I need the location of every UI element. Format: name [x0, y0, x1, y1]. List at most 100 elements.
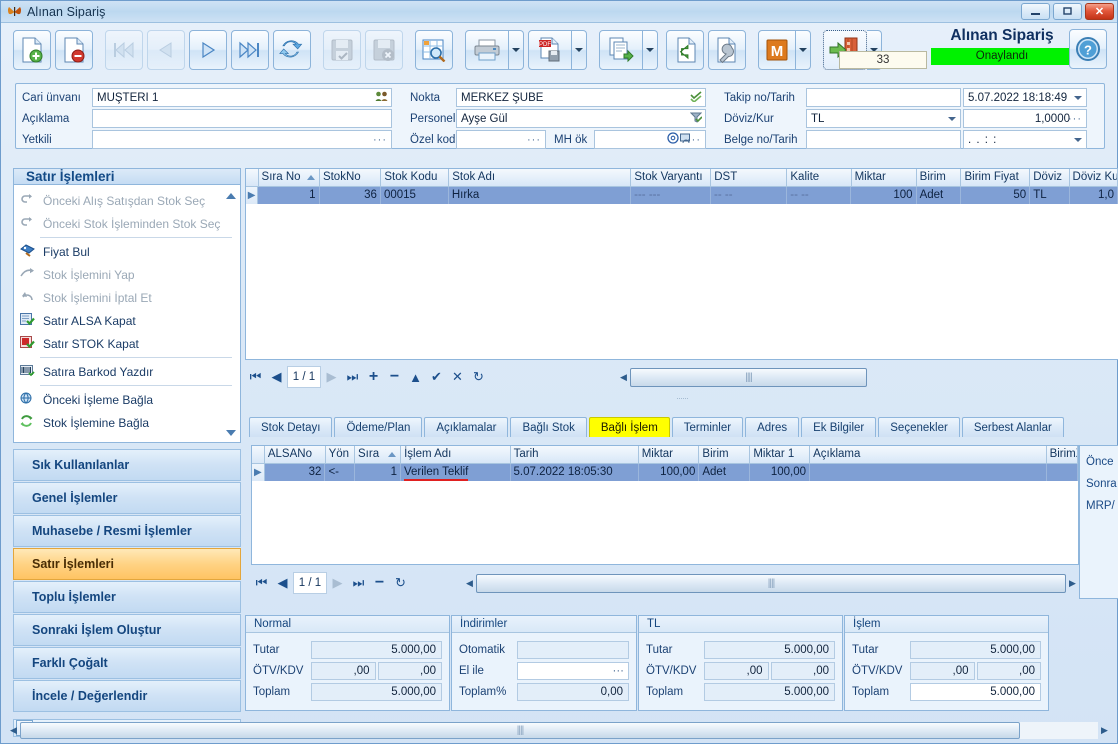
- sidebar-item-s-k-kullan-lanlar[interactable]: Sık Kullanılanlar: [13, 449, 241, 481]
- line-item-cell[interactable]: --- ---: [631, 187, 712, 204]
- print-dropdown[interactable]: [509, 30, 524, 70]
- line-items-grid[interactable]: Sıra No StokNo Stok Kodu Stok Adı Stok Varya…: [245, 168, 1118, 360]
- back-button[interactable]: [666, 30, 704, 70]
- takip-tarih-field[interactable]: 5.07.2022 18:18:49: [963, 88, 1087, 107]
- linked-txn-cell[interactable]: <-: [325, 464, 355, 481]
- linked-txn-cell[interactable]: 100,00: [639, 464, 700, 481]
- linked-txn-cell[interactable]: [1047, 464, 1079, 481]
- add-row-nav[interactable]: +: [363, 366, 384, 388]
- ellipsis-icon[interactable]: ···: [373, 134, 387, 146]
- takip-no-field[interactable]: [806, 88, 961, 107]
- window-scroll-left-arrow[interactable]: ◀: [7, 725, 20, 736]
- line-item-cell[interactable]: Adet: [917, 187, 962, 204]
- tab-ba-l-i-lem[interactable]: Bağlı İşlem: [588, 417, 670, 437]
- line-item-cell[interactable]: -- --: [711, 187, 788, 204]
- linked-txn-col-0[interactable]: ALSANo: [264, 446, 326, 464]
- sidebar-item-sat-r-i-lemleri[interactable]: Satır İşlemleri: [13, 548, 241, 580]
- belge-tarih-field[interactable]: . . : :: [963, 130, 1087, 149]
- line-item-cell[interactable]: 1,0: [1070, 187, 1118, 204]
- line-item-col-10[interactable]: Döviz: [1030, 169, 1070, 187]
- check-list-icon[interactable]: [690, 90, 702, 105]
- linked-txn-col-2[interactable]: Sıra: [355, 446, 402, 464]
- aciklama-field[interactable]: [92, 109, 392, 128]
- window-scroll-right-arrow[interactable]: ▶: [1098, 725, 1111, 736]
- detail-scroll-right-arrow[interactable]: ▶: [1066, 578, 1079, 589]
- line-item-cell[interactable]: TL: [1030, 187, 1070, 204]
- sidebar-action-9[interactable]: Stok İşlemine Bağla: [14, 411, 240, 434]
- detail-remove-nav[interactable]: −: [369, 572, 390, 594]
- sidebar-item-toplu-i-lemler[interactable]: Toplu İşlemler: [13, 581, 241, 613]
- splitter-handle[interactable]: ······: [245, 393, 1118, 403]
- linked-txn-col-1[interactable]: Yön: [325, 446, 356, 464]
- tab-se-enekler[interactable]: Seçenekler: [878, 417, 960, 437]
- ellipsis-icon[interactable]: ···: [687, 134, 701, 146]
- ellipsis-icon[interactable]: ···: [1068, 113, 1082, 125]
- tab-serbest-alanlar[interactable]: Serbest Alanlar: [961, 417, 1064, 437]
- line-item-col-7[interactable]: Miktar: [851, 169, 917, 187]
- ellipsis-icon[interactable]: ···: [527, 134, 541, 146]
- help-button[interactable]: ?: [1069, 29, 1107, 69]
- linked-txn-col-9[interactable]: BirimX: [1046, 446, 1078, 464]
- linked-txn-col-6[interactable]: Birim: [699, 446, 751, 464]
- line-item-cell[interactable]: Hırka: [449, 187, 632, 204]
- linked-txn-cell[interactable]: Adet: [699, 464, 751, 481]
- doviz-field[interactable]: TL: [806, 109, 961, 128]
- detail-scroll-left-arrow[interactable]: ◀: [463, 578, 476, 589]
- chevron-down-icon[interactable]: [1074, 95, 1082, 100]
- totals-value[interactable]: ···: [517, 662, 629, 680]
- line-item-cell[interactable]: 00015: [381, 187, 449, 204]
- funnel-check-icon[interactable]: [689, 112, 703, 126]
- belge-no-field[interactable]: [806, 130, 961, 149]
- tab-stok-detay[interactable]: Stok Detayı: [249, 417, 333, 437]
- line-item-col-4[interactable]: Stok Varyantı: [631, 169, 712, 187]
- at-icon[interactable]: [667, 132, 679, 147]
- line-item-cell[interactable]: -- --: [787, 187, 852, 204]
- linked-txn-col-8[interactable]: Açıklama: [810, 446, 1047, 464]
- copy-to-dropdown[interactable]: [643, 30, 658, 70]
- print-button[interactable]: [465, 30, 509, 70]
- detail-refresh-nav[interactable]: ↻: [390, 572, 411, 594]
- next-record-nav[interactable]: ▶: [321, 366, 342, 388]
- chevron-down-icon[interactable]: [948, 116, 956, 121]
- mh-ok-field[interactable]: ···: [594, 130, 706, 149]
- maximize-button[interactable]: [1053, 3, 1082, 20]
- right-panel-link-0[interactable]: Önce: [1086, 456, 1118, 478]
- linked-transactions-grid[interactable]: ALSANo Yön Sıra İşlem Adı Tarih Miktar Birim Mi…: [251, 445, 1079, 565]
- refresh-button[interactable]: [273, 30, 311, 70]
- tab-a-klamalar[interactable]: Açıklamalar: [424, 417, 509, 437]
- linked-txn-cell[interactable]: [810, 464, 1047, 481]
- tab-deme-plan[interactable]: Ödeme/Plan: [334, 417, 423, 437]
- detail-horizontal-scrollbar[interactable]: ||||: [476, 573, 1066, 593]
- sidebar-item-genel-i-lemler[interactable]: Genel İşlemler: [13, 482, 241, 514]
- tools-button[interactable]: [708, 30, 746, 70]
- line-item-col-0[interactable]: Sıra No: [258, 169, 320, 187]
- cari-unvani-field[interactable]: MÜŞTERİ 1: [92, 88, 392, 107]
- right-panel-link-2[interactable]: MRP/: [1086, 500, 1118, 522]
- sidebar-action-8[interactable]: Önceki İşleme Bağla: [14, 388, 240, 411]
- line-item-cell[interactable]: 1: [258, 187, 320, 204]
- detail-last-nav[interactable]: ⏭: [348, 572, 369, 594]
- line-item-col-3[interactable]: Stok Adı: [449, 169, 632, 187]
- linked-txn-col-7[interactable]: Miktar 1: [750, 446, 811, 464]
- people-icon[interactable]: [375, 91, 388, 105]
- personel-field[interactable]: Ayşe Gül: [456, 109, 706, 128]
- copy-to-button[interactable]: [599, 30, 643, 70]
- line-item-col-1[interactable]: StokNo: [319, 169, 382, 187]
- sidebar-action-6[interactable]: Satır STOK Kapat: [14, 332, 240, 355]
- right-panel-link-1[interactable]: Sonra: [1086, 478, 1118, 500]
- accept-nav[interactable]: ✔: [426, 366, 447, 388]
- linked-txn-cell[interactable]: 5.07.2022 18:05:30: [511, 464, 639, 481]
- prev-record-nav[interactable]: ◀: [266, 366, 287, 388]
- first-record-nav[interactable]: ⏮: [245, 366, 266, 388]
- linked-txn-cell[interactable]: 32: [265, 464, 326, 481]
- line-item-col-9[interactable]: Birim Fiyat: [961, 169, 1031, 187]
- line-item-row[interactable]: ▶ 1 36 00015 Hırka --- --- -- -- -- -- 100 Adet 50…: [246, 187, 1118, 204]
- scroll-up-icon[interactable]: [226, 193, 236, 199]
- new-record-button[interactable]: [13, 30, 51, 70]
- line-item-col-6[interactable]: Kalite: [787, 169, 852, 187]
- scrollbar-track[interactable]: ||||: [20, 721, 1098, 739]
- detail-next-nav[interactable]: ▶: [327, 572, 348, 594]
- last-record-nav[interactable]: ⏭: [342, 366, 363, 388]
- tab-ba-l-stok[interactable]: Bağlı Stok: [510, 417, 587, 437]
- sidebar-item-farkl-o-alt[interactable]: Farklı Çoğalt: [13, 647, 241, 679]
